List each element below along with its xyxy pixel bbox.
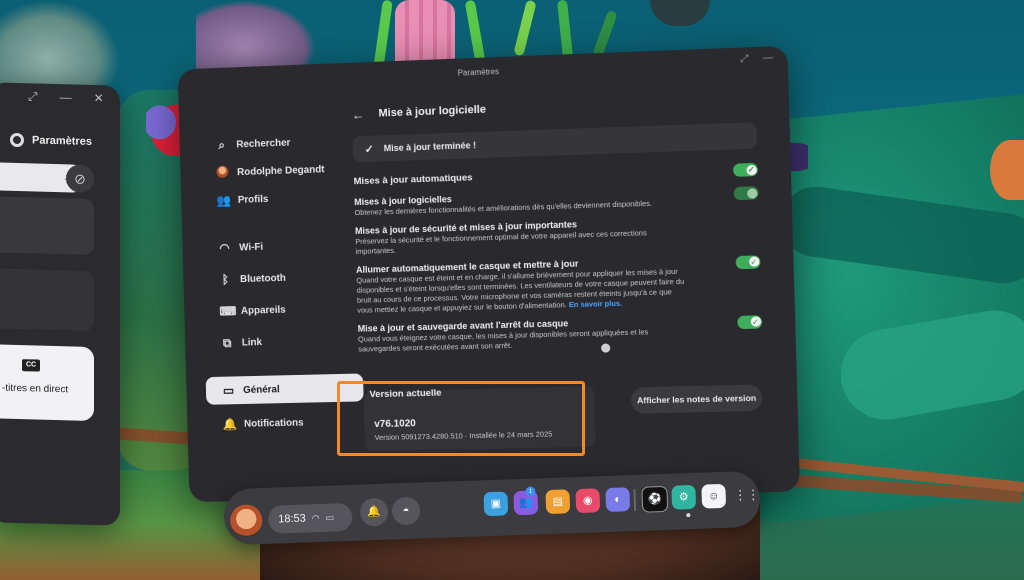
software-updates-toggle[interactable] [733, 186, 759, 201]
background-ridge [776, 182, 1024, 288]
soccer-app-icon[interactable]: ⚽ [641, 485, 669, 513]
battery-icon: ▭ [325, 512, 335, 523]
bell-icon[interactable]: 🔔 [359, 497, 389, 527]
quick-setting-card[interactable] [0, 268, 94, 332]
sidebar-item-label: Link [241, 336, 263, 349]
window-controls: ⤢ — [740, 52, 773, 64]
close-icon[interactable]: ✕ [94, 91, 104, 106]
auto-updates-label: Mises à jour automatiques [353, 172, 473, 188]
version-highlight-box [337, 381, 585, 456]
sidebar-item-wifi[interactable]: ◠ Wi-Fi [202, 230, 360, 262]
background-kelp [513, 0, 537, 57]
background-ridge [833, 303, 1024, 427]
expand-icon[interactable]: ⤢ [740, 53, 749, 64]
sidebar-item-devices[interactable]: ⌨ Appareils [203, 294, 361, 326]
background-kelp [592, 9, 618, 59]
expand-icon[interactable]: ⤢ [28, 89, 38, 104]
avatar [215, 165, 229, 180]
sidebar-item-profiles[interactable]: 👥 Profils [200, 182, 358, 215]
bluetooth-icon: ᛒ [221, 272, 230, 287]
wifi-icon: ◠ [311, 512, 320, 523]
taskbar-divider [633, 488, 637, 512]
wifi-icon: ◠ [219, 240, 230, 255]
background-kelp [556, 0, 574, 59]
creature-app-icon[interactable]: ☺ [701, 483, 727, 509]
auto-updates-toggle[interactable] [732, 162, 759, 177]
hide-icon[interactable]: ⊘ [66, 164, 94, 194]
live-captions-label: -titres en direct [2, 382, 69, 396]
sidebar-item-label: Bluetooth [239, 272, 287, 285]
sidebar-item-label: Rodolphe Degandt [236, 163, 325, 178]
panel-title-text: Paramètres [32, 134, 92, 148]
release-notes-button[interactable]: Afficher les notes de version [630, 384, 763, 414]
sidebar-item-label: Général [242, 383, 280, 396]
bell-icon: 🔔 [222, 417, 238, 432]
sidebar-item-label: Notifications [243, 417, 304, 430]
auto-power-update-toggle[interactable] [735, 255, 761, 270]
sidebar-item-label: Wi-Fi [239, 241, 264, 253]
store-app-icon[interactable]: ▣ [483, 491, 509, 517]
quick-setting-card[interactable] [0, 196, 94, 256]
sidebar-item-label: Rechercher [236, 137, 291, 150]
background-kelp [373, 0, 393, 71]
learn-more-link[interactable]: En savoir plus. [569, 299, 623, 309]
sidebar-item-link[interactable]: ⧉ Link [204, 326, 362, 358]
window-controls: ⤢ — ✕ [28, 89, 104, 106]
headset-icon[interactable]: ◓ [391, 496, 421, 526]
gear-icon [10, 132, 24, 148]
setting-row: Allumer automatiquement le casque et met… [356, 253, 762, 315]
update-complete-text: Mise à jour terminée ! [383, 140, 477, 154]
update-settings-content: ← Mise à jour logicielle ✓ Mise à jour t… [351, 88, 763, 355]
search-icon: ⌕ [218, 137, 226, 152]
update-complete-banner: ✓ Mise à jour terminée ! [352, 122, 758, 163]
shop-app-icon[interactable]: ▤ [545, 489, 571, 515]
people-icon: 👥 [216, 193, 232, 208]
auto-updates-row: Mises à jour automatiques [353, 161, 759, 189]
panel-title: Paramètres [10, 132, 92, 149]
window-title: Paramètres [457, 67, 500, 78]
minimize-icon[interactable]: — [763, 52, 774, 64]
horizon-app-icon[interactable]: ◐ [605, 487, 631, 513]
settings-app-icon[interactable]: ⚙ [671, 484, 697, 510]
grid-icon[interactable]: ⋮⋮ [733, 483, 760, 508]
minimize-icon[interactable]: — [60, 90, 72, 105]
live-captions-tile[interactable]: CC -titres en direct [0, 344, 94, 422]
checkmark-icon: ✓ [364, 143, 374, 156]
background-kelp [464, 0, 486, 63]
background-creature [990, 140, 1024, 200]
setting-row: Mises à jour de sécurité et mises à jour… [355, 214, 760, 257]
sidebar-item-label: Profils [237, 193, 269, 206]
setting-description: Quand votre casque est éteint et en char… [356, 266, 689, 315]
turtle-icon [650, 0, 710, 26]
avatar[interactable] [229, 504, 263, 538]
sidebar-item-bluetooth[interactable]: ᛒ Bluetooth [203, 262, 361, 294]
scroll-indicator[interactable] [600, 343, 611, 353]
setting-row: Mise à jour et sauvegarde avant l'arrêt … [358, 313, 763, 354]
active-app-indicator [686, 513, 691, 518]
back-arrow-icon[interactable]: ← [352, 107, 365, 122]
link-icon: ⧉ [222, 335, 232, 350]
setting-description-text: Quand votre casque est éteint et en char… [356, 266, 685, 315]
captions-icon: CC [22, 359, 40, 372]
quick-settings-button[interactable]: 18:53 ◠ ▭ [267, 502, 353, 534]
camera-app-icon[interactable]: ◉ [575, 488, 601, 514]
update-before-shutdown-toggle[interactable] [737, 315, 763, 330]
side-settings-panel: ⤢ — ✕ Paramètres ☀ ⊘ CC -titres en direc… [0, 82, 120, 526]
page-header: ← Mise à jour logicielle [351, 88, 756, 127]
setting-row: Mises à jour logicielles Obtenez les der… [354, 184, 759, 218]
clock-time: 18:53 [278, 512, 306, 526]
devices-icon: ⌨ [219, 304, 237, 319]
page-title: Mise à jour logicielle [378, 103, 487, 120]
sidebar-item-label: Appareils [240, 304, 286, 317]
headset-icon: ▭ [222, 383, 235, 398]
